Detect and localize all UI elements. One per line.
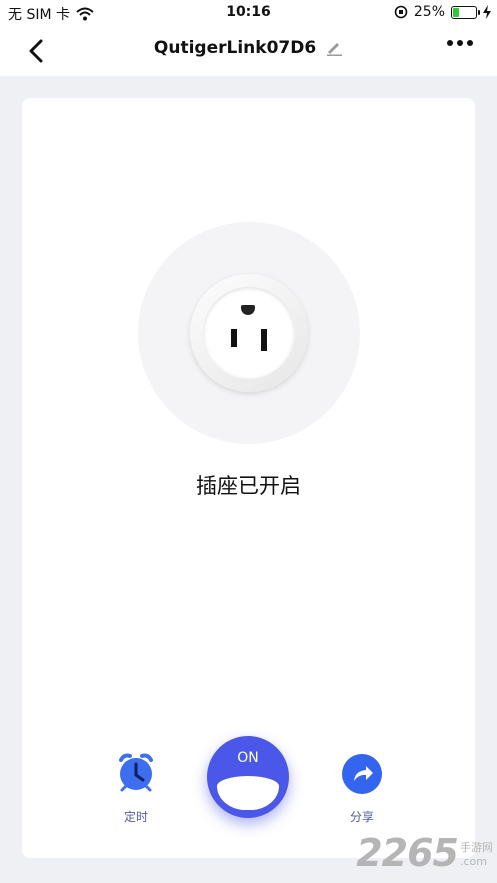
device-name: QutigerLink07D6: [153, 38, 317, 58]
share-label[interactable]: 分享: [332, 808, 392, 825]
power-toggle-button[interactable]: ON: [207, 736, 289, 818]
watermark-side: 手游网 .com: [460, 841, 493, 875]
socket-status-text: 插座已开启: [196, 474, 301, 498]
left-slot: [231, 329, 237, 347]
watermark-top-text: 手游网: [460, 841, 493, 854]
power-button-wave: [217, 776, 279, 810]
more-options-button[interactable]: [447, 40, 473, 46]
dot-icon: [447, 40, 453, 46]
timer-label[interactable]: 定时: [106, 808, 166, 825]
dot-icon: [467, 40, 473, 46]
status-bar: 无 SIM 卡 10:16 25%: [0, 0, 497, 26]
timer-alarm-clock-icon[interactable]: [112, 748, 160, 796]
watermark-number: 2265: [356, 831, 459, 875]
power-state-label: ON: [237, 750, 259, 766]
status-right: 25%: [394, 4, 491, 20]
watermark-bottom-text: .com: [460, 855, 487, 868]
dot-icon: [457, 40, 463, 46]
charging-icon: [483, 5, 491, 19]
battery-icon: [451, 5, 480, 19]
orientation-lock-icon: [394, 5, 408, 19]
right-slot: [261, 329, 267, 351]
ground-hole: [241, 305, 255, 315]
socket-face: [203, 287, 295, 379]
share-button[interactable]: [342, 754, 382, 794]
battery-percent: 25%: [413, 4, 445, 20]
watermark-logo: 2265 手游网 .com: [356, 831, 493, 875]
device-card: 插座已开启 定时 ON 分享: [22, 98, 475, 858]
socket-illustration: [138, 222, 360, 444]
socket-outer-ring: [190, 274, 308, 392]
nav-bar: QutigerLink07D6: [0, 26, 497, 76]
page-title: QutigerLink07D6: [0, 38, 497, 58]
edit-pencil-icon[interactable]: [325, 40, 343, 56]
share-arrow-icon: [354, 766, 373, 781]
